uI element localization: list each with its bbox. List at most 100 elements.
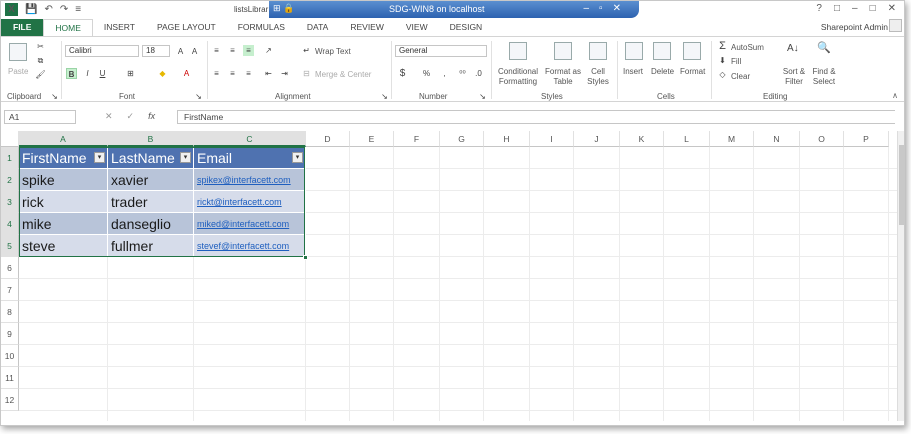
tab-page-layout[interactable]: PAGE LAYOUT (146, 19, 227, 36)
font-launcher-icon[interactable]: ↘ (193, 91, 204, 102)
tab-view[interactable]: VIEW (395, 19, 439, 36)
insert-cells-icon[interactable] (625, 42, 643, 60)
delete-cells-icon[interactable] (653, 42, 671, 60)
wrap-text-button[interactable]: Wrap Text (315, 47, 351, 56)
table-cell[interactable]: rick (19, 191, 108, 213)
column-header-j[interactable]: J (574, 131, 620, 147)
tab-insert[interactable]: INSERT (93, 19, 146, 36)
table-cell[interactable]: trader (108, 191, 194, 213)
table-header-cell[interactable]: FirstName ▾ (19, 147, 108, 169)
table-cell[interactable]: steve (19, 235, 108, 257)
column-header-o[interactable]: O (800, 131, 844, 147)
paste-icon[interactable] (9, 43, 27, 61)
autosum-button[interactable]: AutoSum (731, 43, 764, 52)
column-header-p[interactable]: P (844, 131, 889, 147)
column-header-g[interactable]: G (440, 131, 484, 147)
sort-filter-icon[interactable]: A↓ (787, 43, 799, 54)
merge-center-icon[interactable]: ⊟ (301, 68, 312, 79)
font-color-icon[interactable]: A (181, 68, 192, 79)
fill-color-icon[interactable]: ◆ (157, 68, 168, 79)
column-header-m[interactable]: M (710, 131, 754, 147)
filter-dropdown-icon[interactable]: ▾ (180, 152, 191, 163)
tab-file[interactable]: FILE (1, 19, 44, 36)
grow-font-icon[interactable]: A (175, 46, 186, 57)
row-header-11[interactable]: 11 (1, 367, 19, 389)
insert-function-button[interactable]: fx (148, 111, 155, 122)
row-header-3[interactable]: 3 (1, 191, 19, 213)
decrease-indent-icon[interactable]: ⇤ (263, 68, 274, 79)
select-all-corner[interactable] (1, 131, 19, 147)
increase-indent-icon[interactable]: ⇥ (279, 68, 290, 79)
email-link-cell[interactable]: stevef@interfacett.com (194, 235, 306, 257)
minimize-icon[interactable]: – (852, 3, 858, 14)
column-header-i[interactable]: I (530, 131, 574, 147)
pin-lock-icon[interactable]: ⊞ 🔒 (273, 3, 294, 14)
cell-styles-icon[interactable] (589, 42, 607, 60)
italic-button[interactable]: I (82, 68, 93, 79)
tab-formulas[interactable]: FORMULAS (227, 19, 296, 36)
table-cell[interactable]: fullmer (108, 235, 194, 257)
decrease-decimal-icon[interactable]: .0 (473, 68, 484, 79)
column-header-k[interactable]: K (620, 131, 664, 147)
increase-decimal-icon[interactable]: ⁰⁰ (457, 68, 468, 79)
fill-button[interactable]: Fill (731, 57, 741, 66)
help-icon[interactable]: ? (816, 3, 822, 14)
autosum-icon[interactable]: Σ (717, 41, 728, 52)
enter-icon[interactable]: ✓ (127, 111, 135, 122)
column-header-c[interactable]: C (194, 131, 306, 147)
align-right-icon[interactable]: ≡ (243, 68, 254, 79)
email-link-cell[interactable]: miked@interfacett.com (194, 213, 306, 235)
tab-home[interactable]: HOME (43, 19, 93, 36)
tab-design[interactable]: DESIGN (439, 19, 494, 36)
find-select-button[interactable]: Find & Select (809, 67, 839, 87)
row-header-6[interactable]: 6 (1, 257, 19, 279)
cancel-icon[interactable]: ✕ (105, 111, 113, 122)
formula-input[interactable]: FirstName (177, 110, 895, 124)
redo-icon[interactable]: ↷ (60, 4, 68, 15)
column-header-b[interactable]: B (108, 131, 194, 147)
align-left-icon[interactable]: ≡ (211, 68, 222, 79)
undo-icon[interactable]: ↶ (44, 4, 52, 15)
font-size-select[interactable]: 18 (142, 45, 170, 57)
align-center-icon[interactable]: ≡ (227, 68, 238, 79)
format-cells-icon[interactable] (683, 42, 701, 60)
format-as-table-button[interactable]: Format as Table (543, 67, 583, 87)
format-cells-button[interactable]: Format (680, 67, 705, 76)
align-middle-icon[interactable]: ≡ (227, 45, 238, 56)
font-name-select[interactable]: Calibri (65, 45, 139, 57)
row-header-7[interactable]: 7 (1, 279, 19, 301)
filter-dropdown-icon[interactable]: ▾ (292, 152, 303, 163)
column-header-h[interactable]: H (484, 131, 530, 147)
conditional-formatting-button[interactable]: Conditional Formatting (495, 67, 541, 87)
clipboard-launcher-icon[interactable]: ↘ (49, 91, 60, 102)
align-top-icon[interactable]: ≡ (211, 45, 222, 56)
row-header-2[interactable]: 2 (1, 169, 19, 191)
percent-button[interactable]: % (421, 68, 432, 79)
row-header-9[interactable]: 9 (1, 323, 19, 345)
currency-button[interactable]: $ (397, 68, 408, 79)
number-format-select[interactable]: General (395, 45, 487, 57)
name-box[interactable]: A1 (4, 110, 76, 124)
delete-cells-button[interactable]: Delete (651, 67, 674, 76)
find-select-icon[interactable]: 🔍 (817, 43, 831, 54)
wrap-text-icon[interactable]: ↵ (301, 45, 312, 56)
clear-button[interactable]: Clear (731, 72, 750, 81)
email-link-cell[interactable]: spikex@interfacett.com (194, 169, 306, 191)
alignment-launcher-icon[interactable]: ↘ (379, 91, 390, 102)
user-name[interactable]: Sharepoint Admin (821, 22, 888, 32)
shrink-font-icon[interactable]: A (189, 46, 200, 57)
cell-styles-button[interactable]: Cell Styles (584, 67, 612, 87)
orientation-icon[interactable]: ↗ (263, 45, 274, 56)
column-header-n[interactable]: N (754, 131, 800, 147)
fill-icon[interactable]: ⬇ (717, 55, 728, 66)
scrollbar-thumb[interactable] (899, 145, 904, 225)
vertical-scrollbar[interactable] (897, 131, 904, 421)
row-header-1[interactable]: 1 (1, 147, 19, 169)
worksheet-grid[interactable]: ABCDEFGHIJKLMNOP 1 2 3 4 5 6 7 8 9 10 11 12 FirstNa… (1, 131, 897, 421)
column-header-e[interactable]: E (350, 131, 394, 147)
customize-qat-icon[interactable]: ≡ (75, 4, 81, 15)
column-header-d[interactable]: D (306, 131, 350, 147)
bold-button[interactable]: B (66, 68, 77, 79)
table-cell[interactable]: mike (19, 213, 108, 235)
close-icon[interactable]: ✕ (888, 3, 896, 14)
